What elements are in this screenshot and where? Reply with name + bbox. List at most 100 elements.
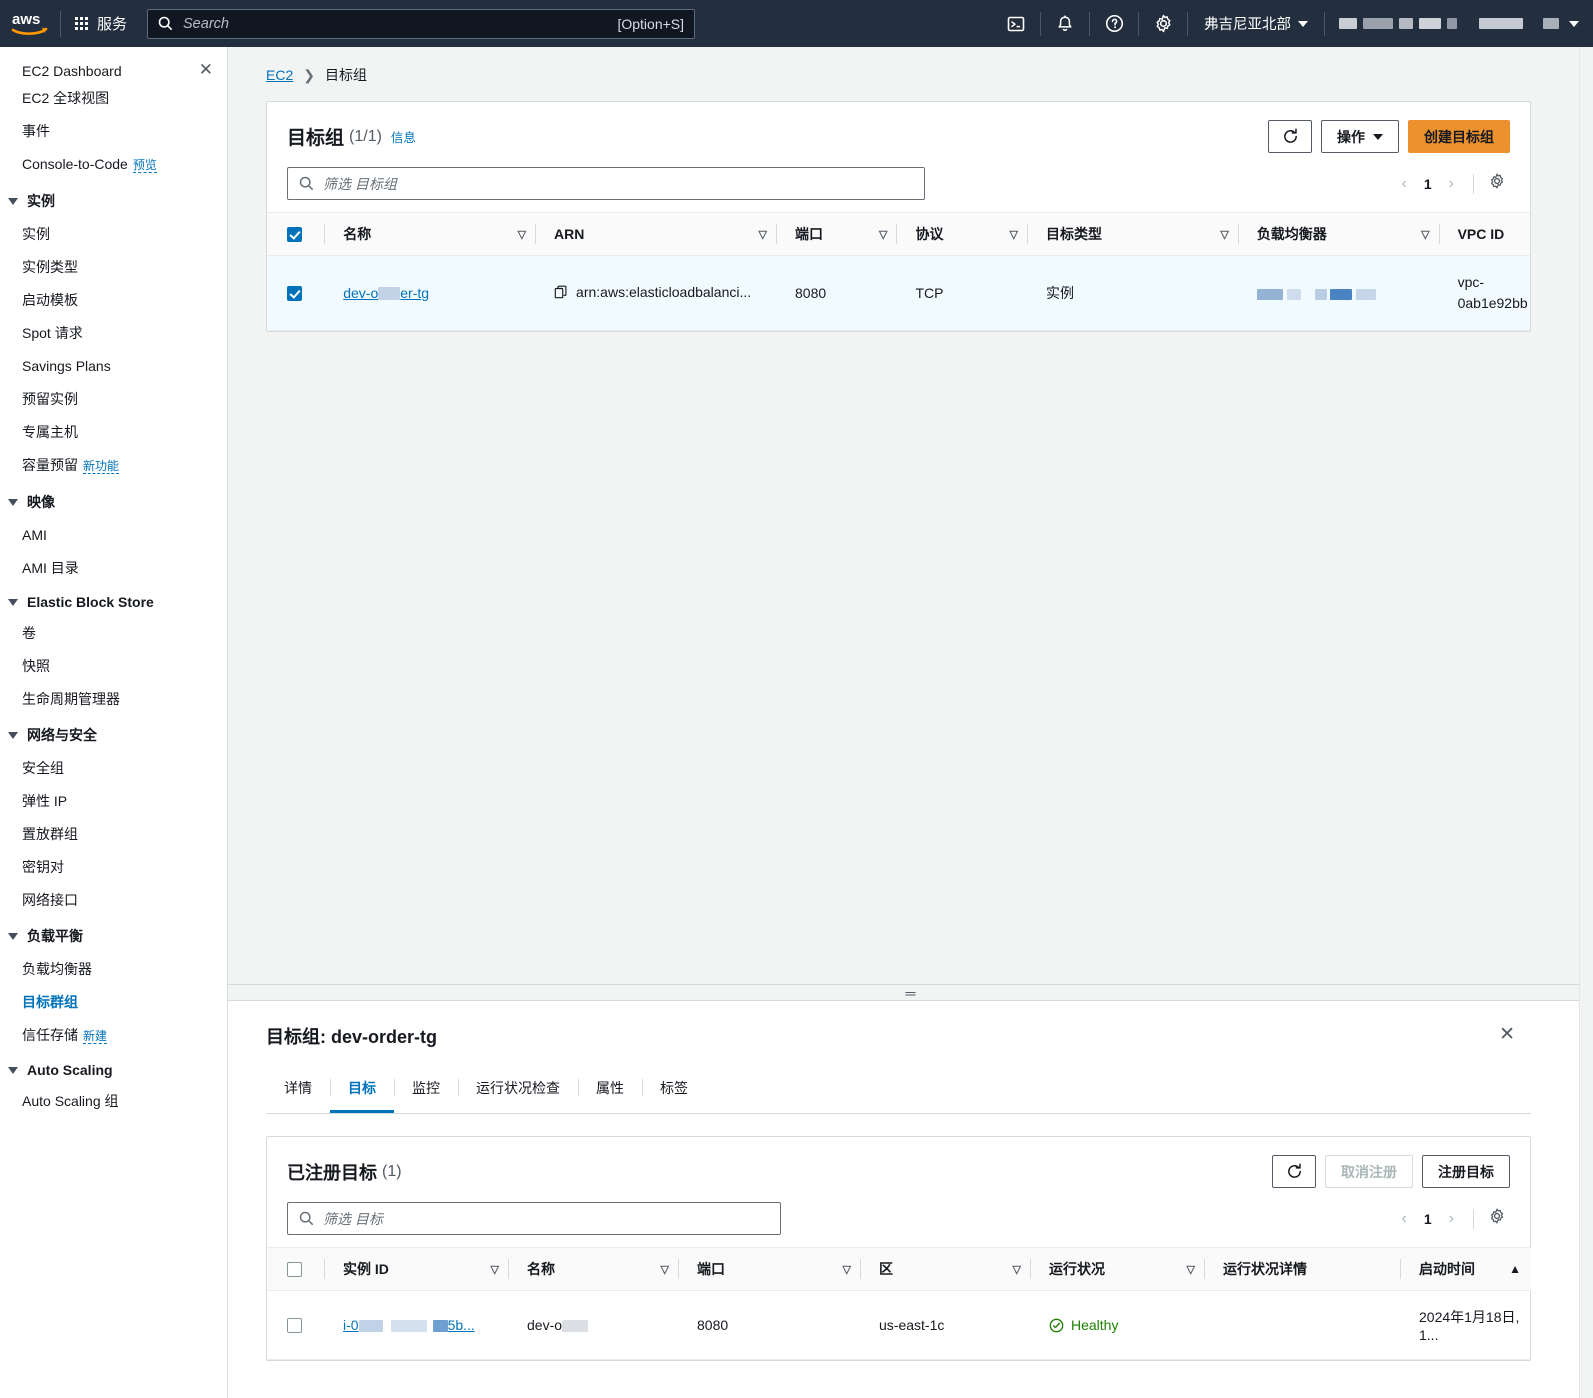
next-page-button[interactable]: › xyxy=(1440,1210,1463,1228)
sidebar-item-lifecycle-manager[interactable]: 生命周期管理器 xyxy=(0,683,227,716)
instance-id-link[interactable]: i-0 5b... xyxy=(343,1317,475,1333)
close-icon[interactable]: ✕ xyxy=(1499,1023,1515,1046)
column-header-port[interactable]: 端口 ▽ xyxy=(777,212,898,256)
preview-badge[interactable]: 预览 xyxy=(132,158,157,173)
sidebar-item-reserved-instances[interactable]: 预留实例 xyxy=(0,383,227,416)
row-checkbox[interactable] xyxy=(287,1318,302,1334)
sidebar-item-dedicated-hosts[interactable]: 专属主机 xyxy=(0,416,227,449)
column-header-arn[interactable]: ARN ▽ xyxy=(536,212,777,256)
table-preferences-gear-icon[interactable] xyxy=(1484,172,1510,195)
breadcrumb-link-ec2[interactable]: EC2 xyxy=(266,67,293,83)
sidebar-group-load-balancing[interactable]: 负载平衡 xyxy=(0,917,227,953)
column-header-launch-time[interactable]: 启动时间 ▲ xyxy=(1401,1247,1531,1291)
sidebar-item-launch-templates[interactable]: 启动模板 xyxy=(0,284,227,317)
column-header-port[interactable]: 端口 ▽ xyxy=(679,1247,861,1291)
sidebar-group-auto-scaling[interactable]: Auto Scaling xyxy=(0,1053,227,1085)
column-header-vpc-id[interactable]: VPC ID xyxy=(1439,212,1530,256)
sidebar-item-instances[interactable]: 实例 xyxy=(0,218,227,251)
region-selector[interactable]: 弗吉尼亚北部 xyxy=(1188,13,1324,34)
new-badge[interactable]: 新建 xyxy=(83,1029,108,1044)
account-menu[interactable] xyxy=(1325,18,1593,29)
column-header-instance-id[interactable]: 实例 ID ▽ xyxy=(325,1247,509,1291)
cloudshell-icon[interactable] xyxy=(992,0,1040,47)
sidebar-item-ec2-dashboard[interactable]: EC2 Dashboard xyxy=(22,61,199,82)
column-header-name[interactable]: 名称 ▽ xyxy=(325,212,537,256)
column-header-health-status[interactable]: 运行状况 ▽ xyxy=(1031,1247,1205,1291)
sort-icon[interactable]: ▽ xyxy=(1220,228,1228,241)
sort-icon[interactable]: ▽ xyxy=(1187,1263,1195,1276)
tab-attributes[interactable]: 属性 xyxy=(578,1069,642,1113)
column-header-protocol[interactable]: 协议 ▽ xyxy=(897,212,1028,256)
sidebar-item-savings-plans[interactable]: Savings Plans xyxy=(0,350,227,383)
filter-target-groups-input[interactable]: 筛选 目标组 xyxy=(287,167,925,200)
split-panel-resize-handle[interactable]: ═ xyxy=(228,984,1593,1000)
global-search-input[interactable]: Search [Option+S] xyxy=(147,8,696,39)
table-row[interactable]: i-0 5b... dev-o 8080 us-east-1c Healthy … xyxy=(267,1290,1531,1360)
sort-icon[interactable]: ▽ xyxy=(1421,228,1429,241)
register-targets-button[interactable]: 注册目标 xyxy=(1422,1155,1510,1188)
tab-health-checks[interactable]: 运行状况检查 xyxy=(458,1069,578,1113)
filter-targets-input[interactable]: 筛选 目标 xyxy=(287,1202,781,1235)
table-row[interactable]: dev-o er-tg arn:aws:elasticloadbalanci... xyxy=(267,255,1530,331)
sidebar-item-volumes[interactable]: 卷 xyxy=(0,617,227,650)
copy-icon[interactable] xyxy=(554,285,568,302)
tab-tags[interactable]: 标签 xyxy=(642,1069,706,1113)
sort-icon[interactable]: ▽ xyxy=(879,228,887,241)
tab-details[interactable]: 详情 xyxy=(266,1069,330,1113)
column-header-target-type[interactable]: 目标类型 ▽ xyxy=(1027,212,1239,256)
sidebar-group-images[interactable]: 映像 xyxy=(0,483,227,519)
next-page-button[interactable]: › xyxy=(1440,175,1463,193)
sidebar-item-key-pairs[interactable]: 密钥对 xyxy=(0,851,227,884)
sidebar-item-console-to-code[interactable]: Console-to-Code 预览 xyxy=(0,148,227,182)
sidebar-item-trust-stores[interactable]: 信任存储 新建 xyxy=(0,1019,227,1053)
column-header-zone[interactable]: 区 ▽ xyxy=(861,1247,1031,1291)
table-preferences-gear-icon[interactable] xyxy=(1484,1207,1510,1230)
sidebar-item-ami[interactable]: AMI xyxy=(0,519,227,552)
sidebar-item-instance-types[interactable]: 实例类型 xyxy=(0,251,227,284)
sort-icon[interactable]: ▽ xyxy=(1013,1263,1021,1276)
sidebar-item-ami-catalog[interactable]: AMI 目录 xyxy=(0,552,227,585)
notifications-bell-icon[interactable] xyxy=(1041,0,1089,47)
sidebar-item-load-balancers[interactable]: 负载均衡器 xyxy=(0,953,227,986)
create-target-group-button[interactable]: 创建目标组 xyxy=(1408,120,1510,153)
sidebar-group-elastic-block-store[interactable]: Elastic Block Store xyxy=(0,585,227,617)
sort-icon[interactable]: ▽ xyxy=(661,1263,669,1276)
settings-gear-icon[interactable] xyxy=(1139,0,1187,47)
tab-monitoring[interactable]: 监控 xyxy=(394,1069,458,1113)
sort-icon[interactable]: ▽ xyxy=(491,1263,499,1276)
actions-dropdown-button[interactable]: 操作 xyxy=(1321,120,1399,153)
row-checkbox[interactable] xyxy=(287,286,302,302)
refresh-button[interactable] xyxy=(1272,1155,1316,1188)
deregister-targets-button[interactable]: 取消注册 xyxy=(1325,1155,1413,1188)
previous-page-button[interactable]: ‹ xyxy=(1393,1210,1416,1228)
column-header-load-balancer[interactable]: 负载均衡器 ▽ xyxy=(1238,212,1440,256)
info-link[interactable]: 信息 xyxy=(391,127,416,146)
select-all-checkbox[interactable] xyxy=(287,1261,302,1277)
close-icon[interactable]: ✕ xyxy=(199,61,213,79)
sidebar-item-elastic-ips[interactable]: 弹性 IP xyxy=(0,785,227,818)
refresh-button[interactable] xyxy=(1268,120,1312,153)
sidebar-item-events[interactable]: 事件 xyxy=(0,115,227,148)
sidebar-item-auto-scaling-groups[interactable]: Auto Scaling 组 xyxy=(0,1085,227,1118)
previous-page-button[interactable]: ‹ xyxy=(1393,175,1416,193)
sort-ascending-icon[interactable]: ▲ xyxy=(1509,1262,1521,1276)
column-header-health-details[interactable]: 运行状况详情 xyxy=(1205,1247,1401,1291)
sidebar-item-network-interfaces[interactable]: 网络接口 xyxy=(0,884,227,917)
sidebar-group-network-and-security[interactable]: 网络与安全 xyxy=(0,716,227,752)
sidebar-item-security-groups[interactable]: 安全组 xyxy=(0,752,227,785)
sidebar-group-instances[interactable]: 实例 xyxy=(0,182,227,218)
help-question-icon[interactable] xyxy=(1090,0,1138,47)
column-header-name[interactable]: 名称 ▽ xyxy=(509,1247,679,1291)
sort-icon[interactable]: ▽ xyxy=(759,228,767,241)
tab-targets[interactable]: 目标 xyxy=(330,1069,394,1113)
sidebar-item-snapshots[interactable]: 快照 xyxy=(0,650,227,683)
sort-icon[interactable]: ▽ xyxy=(1010,228,1018,241)
services-menu-button[interactable]: 服务 xyxy=(61,0,141,47)
sidebar-item-ec2-global-view[interactable]: EC2 全球视图 xyxy=(0,82,227,115)
sort-icon[interactable]: ▽ xyxy=(843,1263,851,1276)
sidebar-item-placement-groups[interactable]: 置放群组 xyxy=(0,818,227,851)
aws-logo[interactable]: aws xyxy=(0,11,60,37)
target-group-name-link[interactable]: dev-o er-tg xyxy=(343,285,429,301)
sidebar-item-capacity-reservations[interactable]: 容量预留 新功能 xyxy=(0,449,227,483)
sort-icon[interactable]: ▽ xyxy=(518,228,526,241)
